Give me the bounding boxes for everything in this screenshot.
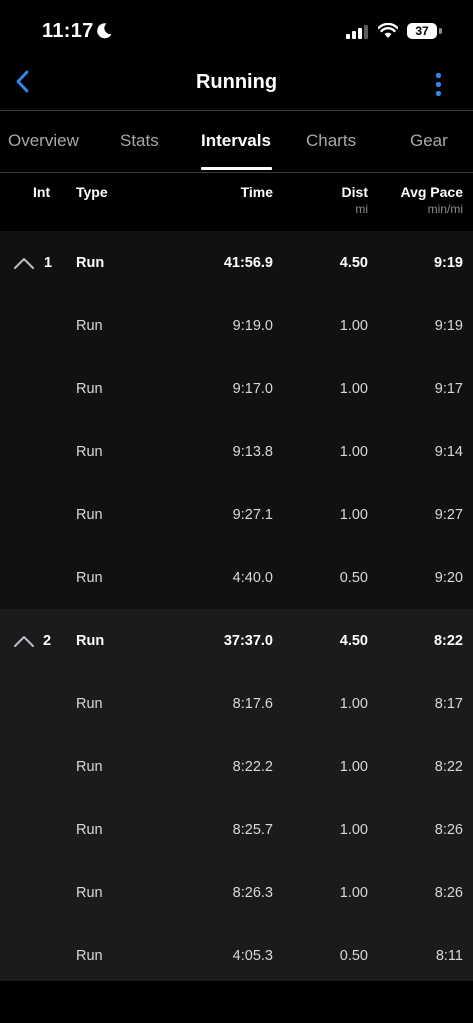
lap-pace: 9:14 [434, 444, 463, 460]
lap-type: Run [76, 318, 103, 334]
lap-time: 4:05.3 [232, 948, 273, 964]
lap-time: 9:13.8 [232, 444, 273, 460]
header-int: Int [33, 184, 51, 200]
lap-time: 8:25.7 [232, 822, 273, 838]
lap-type: Run [76, 885, 103, 901]
status-bar: 11:17 37 [0, 0, 473, 60]
battery-icon: 37 [407, 23, 437, 39]
interval-type: Run [76, 633, 105, 649]
interval-number: 2 [43, 633, 52, 649]
more-options-icon[interactable] [428, 68, 448, 100]
page-title: Running [195, 71, 278, 93]
lap-row: Run 4:40.0 0.50 9:20 [0, 546, 473, 609]
lap-type: Run [76, 381, 103, 397]
interval-group-1: 1 Run 41:56.9 4.50 9:19 Run 9:19.0 1.00 … [0, 231, 473, 609]
lap-dist: 1.00 [339, 444, 368, 460]
tabs-divider [0, 172, 473, 173]
moon-icon [97, 23, 112, 39]
lap-time: 9:27.1 [232, 507, 273, 523]
lap-type: Run [76, 570, 103, 586]
lap-row: Run 9:27.1 1.00 9:27 [0, 483, 473, 546]
lap-pace: 8:17 [434, 696, 463, 712]
interval-summary-row[interactable]: 1 Run 41:56.9 4.50 9:19 [0, 231, 473, 294]
header-avg-pace: Avg Pace [400, 184, 463, 200]
lap-pace: 9:19 [434, 318, 463, 334]
lap-row: Run 9:17.0 1.00 9:17 [0, 357, 473, 420]
cellular-signal-icon [346, 25, 368, 39]
lap-row: Run 8:17.6 1.00 8:17 [0, 672, 473, 735]
battery-cap [439, 28, 442, 34]
lap-time: 9:17.0 [232, 381, 273, 397]
lap-dist: 1.00 [339, 381, 368, 397]
lap-type: Run [76, 507, 103, 523]
lap-time: 4:40.0 [232, 570, 273, 586]
active-tab-indicator [201, 167, 272, 170]
lap-time: 8:17.6 [232, 696, 273, 712]
lap-dist: 1.00 [339, 318, 368, 334]
tab-gear[interactable]: Gear [410, 131, 448, 151]
lap-dist: 0.50 [339, 570, 368, 586]
lap-type: Run [76, 822, 103, 838]
lap-time: 9:19.0 [232, 318, 273, 334]
interval-pace: 9:19 [433, 255, 463, 271]
tab-overview[interactable]: Overview [8, 131, 79, 151]
nav-bar: Running [0, 60, 473, 110]
interval-dist: 4.50 [339, 255, 368, 271]
lap-type: Run [76, 948, 103, 964]
lap-pace: 9:17 [434, 381, 463, 397]
interval-pace: 8:22 [433, 633, 463, 649]
lap-time: 8:26.3 [232, 885, 273, 901]
chevron-up-icon[interactable] [13, 256, 35, 270]
battery-level: 37 [415, 24, 429, 38]
header-time: Time [240, 184, 273, 200]
tab-intervals[interactable]: Intervals [201, 131, 271, 151]
header-pace-unit: min/mi [427, 202, 463, 216]
lap-row: Run 8:25.7 1.00 8:26 [0, 798, 473, 861]
tab-charts[interactable]: Charts [306, 131, 356, 151]
interval-summary-row[interactable]: 2 Run 37:37.0 4.50 8:22 [0, 609, 473, 672]
lap-dist: 1.00 [339, 822, 368, 838]
header-dist: Dist [341, 184, 368, 200]
lap-row: Run 9:19.0 1.00 9:19 [0, 294, 473, 357]
lap-dist: 1.00 [339, 885, 368, 901]
header-type: Type [76, 184, 108, 200]
lap-time: 8:22.2 [232, 759, 273, 775]
tab-bar: Overview Stats Intervals Charts Gear [0, 111, 473, 172]
header-dist-unit: mi [355, 202, 368, 216]
lap-dist: 1.00 [339, 759, 368, 775]
lap-dist: 0.50 [339, 948, 368, 964]
chevron-up-icon[interactable] [13, 634, 35, 648]
lap-pace: 8:11 [435, 948, 463, 964]
lap-row: Run 9:13.8 1.00 9:14 [0, 420, 473, 483]
lap-pace: 9:20 [434, 570, 463, 586]
lap-pace: 9:27 [434, 507, 463, 523]
lap-row: Run 8:22.2 1.00 8:22 [0, 735, 473, 798]
status-time: 11:17 [42, 20, 94, 42]
lap-type: Run [76, 759, 103, 775]
lap-pace: 8:22 [434, 759, 463, 775]
interval-time: 37:37.0 [223, 633, 273, 649]
tab-stats[interactable]: Stats [120, 131, 159, 151]
lap-row: Run 4:05.3 0.50 8:11 [0, 924, 473, 987]
lap-type: Run [76, 444, 103, 460]
lap-row: Run 8:26.3 1.00 8:26 [0, 861, 473, 924]
wifi-icon [378, 23, 398, 38]
interval-dist: 4.50 [339, 633, 368, 649]
lap-pace: 8:26 [434, 885, 463, 901]
lap-type: Run [76, 696, 103, 712]
lap-pace: 8:26 [434, 822, 463, 838]
lap-dist: 1.00 [339, 696, 368, 712]
interval-time: 41:56.9 [223, 255, 273, 271]
interval-type: Run [76, 255, 105, 271]
lap-dist: 1.00 [339, 507, 368, 523]
interval-group-2: 2 Run 37:37.0 4.50 8:22 Run 8:17.6 1.00 … [0, 609, 473, 981]
interval-number: 1 [44, 255, 53, 271]
